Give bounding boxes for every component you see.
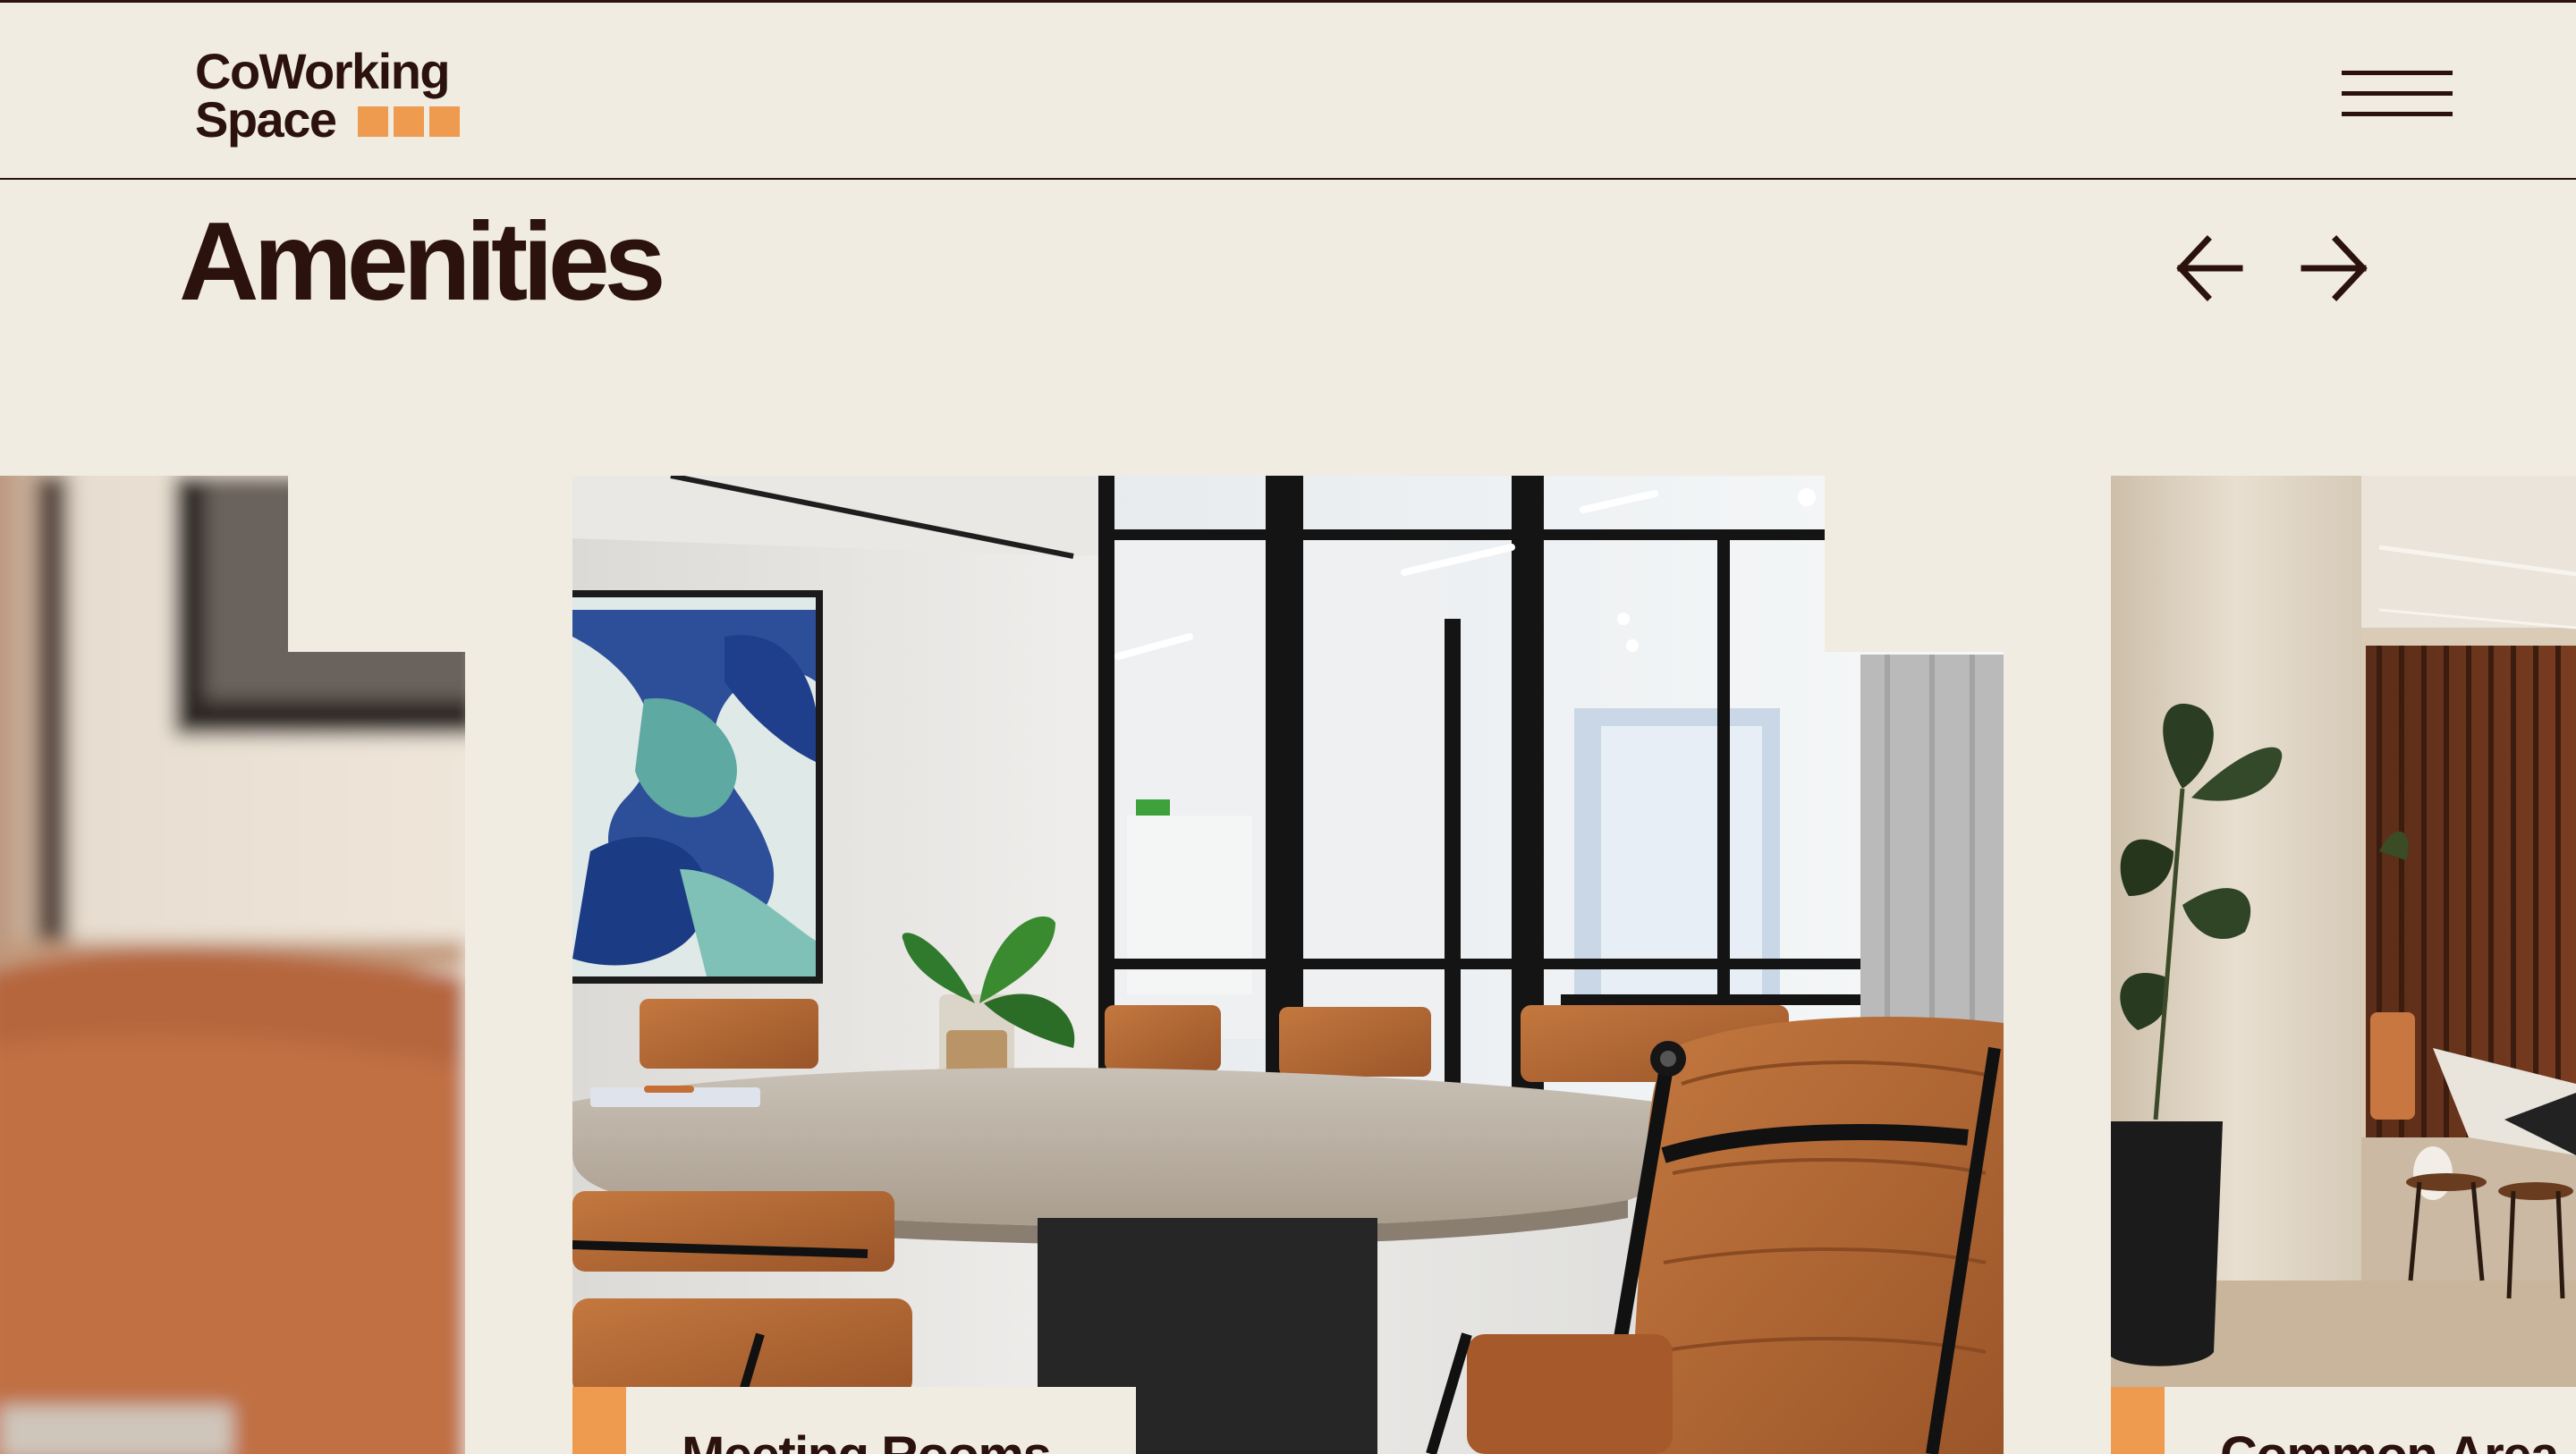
logo-square xyxy=(429,106,460,137)
menu-bar xyxy=(2342,71,2453,75)
logo-squares-icon xyxy=(358,106,460,137)
menu-bar xyxy=(2342,91,2453,96)
page: CoWorking Space Amenities xyxy=(0,0,2576,1454)
amenity-card[interactable]: Meeting Rooms xyxy=(572,476,2004,1454)
card-corner-cutout xyxy=(1825,476,2004,652)
menu-bar xyxy=(2342,112,2453,116)
arrow-right-icon xyxy=(2301,235,2368,301)
amenity-photo xyxy=(2111,476,2576,1454)
logo-text-line1: CoWorking xyxy=(195,43,451,99)
section-title: Amenities xyxy=(179,200,666,324)
card-title: Meeting Rooms xyxy=(682,1424,1052,1454)
arrow-left-icon xyxy=(2176,235,2243,301)
logo[interactable]: CoWorking Space xyxy=(195,43,481,146)
card-title: Common Area xyxy=(2220,1424,2559,1454)
card-corner-cutout xyxy=(288,476,465,652)
amenity-photo xyxy=(572,476,2004,1454)
amenity-card[interactable]: Common Area xyxy=(2111,476,2576,1454)
card-caption: Meeting Rooms xyxy=(572,1387,1136,1454)
hamburger-menu-icon[interactable] xyxy=(2342,62,2453,121)
logo-square xyxy=(358,106,388,137)
caption-accent xyxy=(2111,1387,2165,1454)
amenity-card[interactable] xyxy=(0,476,465,1454)
carousel-prev-button[interactable] xyxy=(2172,231,2247,306)
logo-square xyxy=(394,106,424,137)
site-header: CoWorking Space xyxy=(0,3,2576,180)
caption-accent xyxy=(572,1387,626,1454)
card-caption: Common Area xyxy=(2111,1387,2576,1454)
carousel-next-button[interactable] xyxy=(2297,231,2372,306)
